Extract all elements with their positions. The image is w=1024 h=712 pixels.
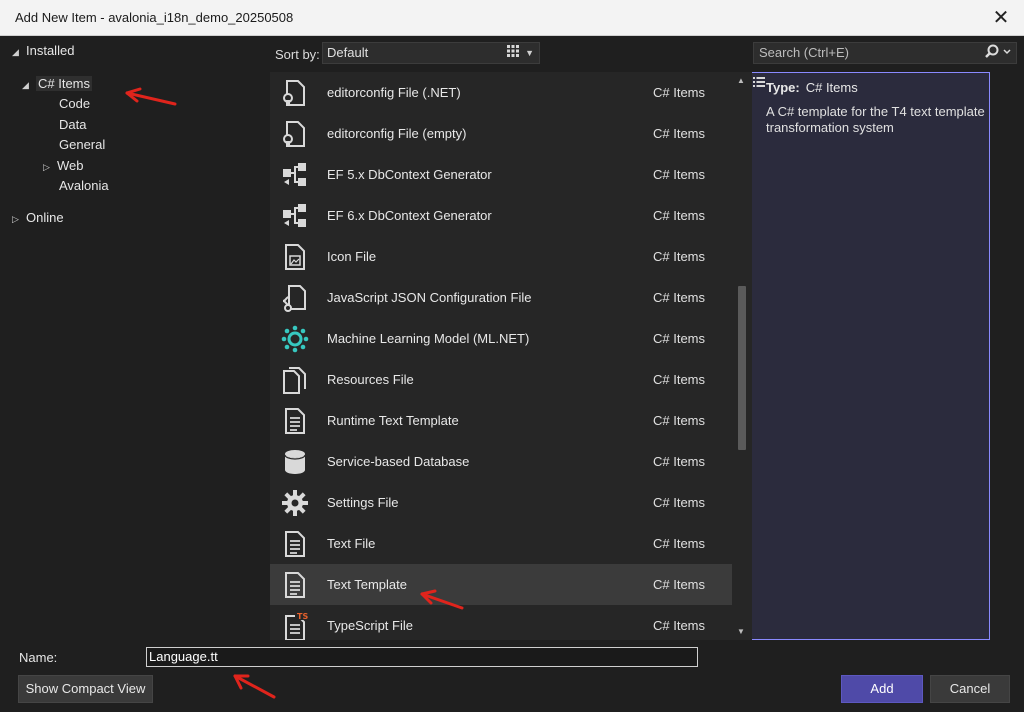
gear-icon xyxy=(282,490,308,516)
tree-installed[interactable]: ◢ Installed xyxy=(12,41,74,61)
text-document-icon xyxy=(285,408,305,434)
list-scrollbar[interactable]: ▲ ▼ xyxy=(732,72,752,640)
list-item[interactable]: editorconfig File (.NET) C# Items xyxy=(270,72,732,113)
search-input[interactable]: Search (Ctrl+E) xyxy=(753,42,1017,64)
cancel-button[interactable]: Cancel xyxy=(930,675,1010,703)
tree-csharp-items[interactable]: ◢ C# Items xyxy=(22,74,93,95)
list-item[interactable]: EF 6.x DbContext Generator C# Items xyxy=(270,195,732,236)
type-label: Type: xyxy=(766,80,800,95)
grid-view-icon[interactable] xyxy=(502,42,524,64)
expanded-arrow-icon[interactable]: ◢ xyxy=(22,75,36,95)
list-item-selected[interactable]: Text Template C# Items xyxy=(270,564,732,605)
details-panel: Search (Ctrl+E) Type: C# Items A C# templ… xyxy=(752,36,1024,640)
tree-item-general[interactable]: General xyxy=(59,135,105,155)
ef-generator-icon xyxy=(283,163,306,186)
tree-online[interactable]: ▷ Online xyxy=(12,208,64,228)
expanded-arrow-icon[interactable]: ◢ xyxy=(12,42,26,62)
editorconfig-icon xyxy=(283,80,305,106)
name-label: Name: xyxy=(19,650,58,665)
tree-item-data[interactable]: Data xyxy=(59,115,86,135)
sort-bar: Sort by: Default ▼ xyxy=(270,36,990,640)
database-icon xyxy=(284,450,306,474)
list-item[interactable]: JavaScript JSON Configuration File C# It… xyxy=(270,277,732,318)
resources-file-icon xyxy=(283,367,306,394)
search-icon[interactable] xyxy=(984,44,1012,66)
list-item[interactable]: Settings File C# Items xyxy=(270,482,732,523)
list-item[interactable]: TS TypeScript File C# Items xyxy=(270,605,732,640)
text-document-icon xyxy=(285,572,305,598)
tree-item-code[interactable]: Code xyxy=(59,94,90,114)
type-line: Type: C# Items xyxy=(766,80,858,95)
show-compact-view-button[interactable]: Show Compact View xyxy=(18,675,153,703)
scrollbar-thumb[interactable] xyxy=(738,286,746,450)
template-description: A C# template for the T4 text template t… xyxy=(766,104,985,135)
list-item[interactable]: editorconfig File (empty) C# Items xyxy=(270,113,732,154)
list-item[interactable]: Machine Learning Model (ML.NET) C# Items xyxy=(270,318,732,359)
dropdown-caret-icon: ▼ xyxy=(525,48,534,58)
tree-item-avalonia[interactable]: Avalonia xyxy=(59,176,109,196)
scroll-up-icon[interactable]: ▲ xyxy=(737,76,745,85)
template-tree: ◢ Installed ◢ C# Items Code Data General ▷… xyxy=(6,36,270,640)
close-icon[interactable]: ✕ xyxy=(988,5,1014,31)
svg-text:TS: TS xyxy=(297,612,308,621)
type-value: C# Items xyxy=(805,80,858,95)
json-config-icon xyxy=(282,285,306,312)
scroll-down-icon[interactable]: ▼ xyxy=(737,627,745,636)
tree-item-web[interactable]: ▷ Web xyxy=(43,156,84,176)
list-item[interactable]: Resources File C# Items xyxy=(270,359,732,400)
list-item[interactable]: Service-based Database C# Items xyxy=(270,441,732,482)
window-title: Add New Item - avalonia_i18n_demo_202505… xyxy=(15,10,294,25)
title-bar: Add New Item - avalonia_i18n_demo_202505… xyxy=(0,0,1024,36)
text-document-icon xyxy=(285,531,305,557)
add-button[interactable]: Add xyxy=(841,675,923,703)
template-list: editorconfig File (.NET) C# Items editor… xyxy=(270,72,732,640)
template-list-panel: Sort by: Default ▼ editorconfig File (.N… xyxy=(270,36,990,640)
sort-label: Sort by: xyxy=(275,47,320,62)
ml-model-icon xyxy=(281,325,309,353)
ef-generator-icon xyxy=(283,204,306,227)
collapsed-arrow-icon[interactable]: ▷ xyxy=(12,209,26,229)
bottom-bar: Name: Language.tt Show Compact View Add … xyxy=(0,640,1024,712)
icon-file-icon xyxy=(285,244,305,270)
editorconfig-icon xyxy=(283,121,305,147)
typescript-file-icon: TS xyxy=(285,611,309,640)
list-item[interactable]: EF 5.x DbContext Generator C# Items xyxy=(270,154,732,195)
list-item[interactable]: Runtime Text Template C# Items xyxy=(270,400,732,441)
list-item[interactable]: Text File C# Items xyxy=(270,523,732,564)
collapsed-arrow-icon[interactable]: ▷ xyxy=(43,157,57,177)
list-item[interactable]: Icon File C# Items xyxy=(270,236,732,277)
name-input[interactable]: Language.tt xyxy=(146,647,698,667)
